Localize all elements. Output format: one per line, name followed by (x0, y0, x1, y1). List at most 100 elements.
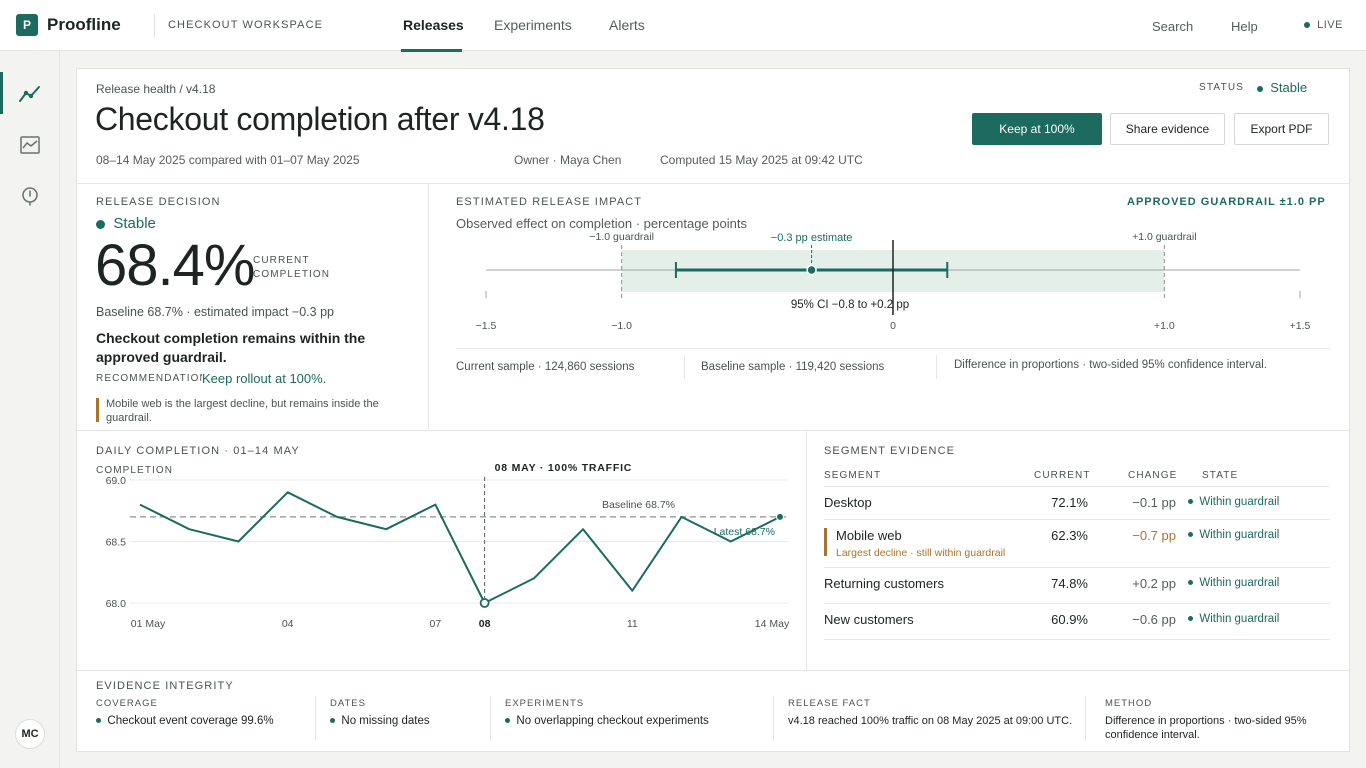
y-tick-label: 68.0 (106, 598, 127, 610)
x-tick-label: 01 May (131, 618, 166, 630)
segment-state: Within guardrail (1188, 529, 1279, 541)
divider (936, 355, 937, 379)
decision-headline: Checkout completion remains within the a… (96, 330, 366, 365)
evidence-value-dates: No missing dates (330, 714, 430, 728)
evidence-label-release-fact: RELEASE FACT (788, 698, 871, 709)
evidence-label-coverage: COVERAGE (96, 698, 158, 709)
segment-note: Largest decline · still within guardrail (836, 547, 1006, 559)
divider (773, 696, 774, 740)
baseline-summary: Baseline 68.7% · estimated impact −0.3 p… (96, 305, 334, 319)
search-link[interactable]: Search (1152, 19, 1193, 34)
divider (428, 184, 429, 430)
divider (77, 670, 1349, 671)
segment-name[interactable]: Returning customers (824, 576, 944, 591)
evidence-label-experiments: EXPERIMENTS (505, 698, 585, 709)
x-tick-label: 14 May (755, 618, 790, 630)
check-dot-icon (330, 718, 335, 724)
decision-note: Mobile web is the largest decline, but r… (106, 398, 379, 424)
decision-status: Stable (96, 215, 156, 232)
live-label: LIVE (1317, 19, 1343, 31)
image-chart-icon[interactable] (18, 133, 42, 157)
impact-interval-chart: −1.0 guardrail −0.3 pp estimate +1.0 guard… (476, 231, 1311, 332)
release-day-point (479, 598, 490, 608)
note-accent-bar (96, 398, 99, 422)
divider (684, 355, 685, 379)
axis-tick-label: +1.0 (1154, 320, 1175, 332)
latest-point (776, 512, 784, 521)
divider (1085, 696, 1086, 740)
daily-completion-chart: 69.0 68.5 68.0 Baseline 68.7% 08 MAY · 100% … (106, 462, 790, 630)
export-pdf-button[interactable]: Export PDF (1234, 113, 1329, 145)
segment-state: Within guardrail (1188, 577, 1279, 589)
app-name[interactable]: Proofline (47, 15, 121, 35)
help-link[interactable]: Help (1231, 19, 1258, 34)
rail-active-indicator (0, 72, 3, 114)
segment-current: 62.3% (1051, 528, 1088, 543)
latest-label: Latest 68.7% (714, 526, 775, 538)
check-dot-icon (96, 718, 101, 724)
recommendation-label: RECOMMENDATION (96, 373, 202, 384)
segment-name[interactable]: Mobile web (836, 528, 902, 543)
status-label: STATUS (1199, 82, 1245, 93)
estimate-label: −0.3 pp estimate (771, 232, 853, 244)
state-dot-icon (1188, 616, 1193, 622)
computed-timestamp: Computed 15 May 2025 at 09:42 UTC (660, 153, 863, 167)
tab-experiments[interactable]: Experiments (494, 17, 572, 33)
segment-state-text: Within guardrail (1199, 577, 1280, 589)
evidence-text: Checkout event coverage 99.6% (107, 715, 274, 727)
axis-tick-label: −1.0 (611, 320, 632, 332)
check-dot-icon (505, 718, 510, 724)
x-tick-label: 07 (430, 618, 442, 630)
divider (824, 639, 1330, 640)
status-text: Stable (1270, 80, 1308, 95)
app-logo[interactable]: P (16, 14, 38, 36)
column-header-change: CHANGE (1128, 470, 1178, 481)
tab-releases[interactable]: Releases (403, 17, 464, 33)
segment-name[interactable]: New customers (824, 612, 914, 627)
recommendation-value: Keep rollout at 100%. (202, 371, 327, 386)
divider (806, 431, 807, 670)
divider (824, 519, 1330, 520)
workspace-name[interactable]: CHECKOUT WORKSPACE (168, 19, 323, 31)
segment-change: +0.2 pp (1132, 576, 1176, 591)
evidence-text: No missing dates (341, 715, 430, 727)
owner: Owner · Maya Chen (514, 153, 622, 167)
x-tick-label: 04 (282, 618, 294, 630)
keep-at-100-button[interactable]: Keep at 100% (972, 113, 1102, 145)
evidence-integrity-title: EVIDENCE INTEGRITY (96, 680, 234, 692)
x-tick-label: 08 (479, 618, 491, 630)
breadcrumb[interactable]: Release health / v4.18 (96, 82, 215, 96)
segment-name[interactable]: Desktop (824, 495, 872, 510)
segment-change: −0.1 pp (1132, 495, 1176, 510)
y-tick-label: 69.0 (106, 475, 127, 487)
divider (824, 486, 1330, 487)
segment-change: −0.6 pp (1132, 612, 1176, 627)
alert-icon[interactable] (18, 184, 42, 208)
guardrail-low-label: −1.0 guardrail (589, 231, 654, 243)
status-dot-icon (1257, 85, 1263, 92)
evidence-text: No overlapping checkout experiments (516, 715, 709, 727)
segment-state: Within guardrail (1188, 613, 1279, 625)
divider (824, 567, 1330, 568)
baseline-sample: Baseline sample · 119,420 sessions (701, 361, 885, 373)
completion-series-line (139, 491, 781, 604)
column-header-segment: SEGMENT (824, 470, 882, 481)
highlight-bar (824, 528, 827, 556)
column-header-current: CURRENT (1034, 470, 1091, 481)
trend-chart-icon[interactable] (18, 82, 42, 106)
comparison-period: 08–14 May 2025 compared with 01–07 May 2… (96, 153, 360, 167)
evidence-value-method: Difference in proportions · two-sided 95… (1105, 715, 1307, 741)
segment-state-text: Within guardrail (1199, 529, 1280, 541)
share-evidence-button[interactable]: Share evidence (1110, 113, 1225, 145)
evidence-label-dates: DATES (330, 698, 366, 709)
divider (154, 14, 155, 38)
evidence-value-release-fact: v4.18 reached 100% traffic on 08 May 202… (788, 715, 1073, 727)
impact-title: ESTIMATED RELEASE IMPACT (456, 196, 643, 208)
estimate-point (806, 264, 817, 276)
status-badge: Stable (1257, 80, 1307, 95)
baseline-label: Baseline 68.7% (602, 499, 675, 511)
tab-alerts[interactable]: Alerts (609, 17, 645, 33)
user-avatar[interactable]: MC (15, 719, 45, 749)
live-dot-icon (1304, 22, 1310, 29)
evidence-label-method: METHOD (1105, 698, 1153, 709)
